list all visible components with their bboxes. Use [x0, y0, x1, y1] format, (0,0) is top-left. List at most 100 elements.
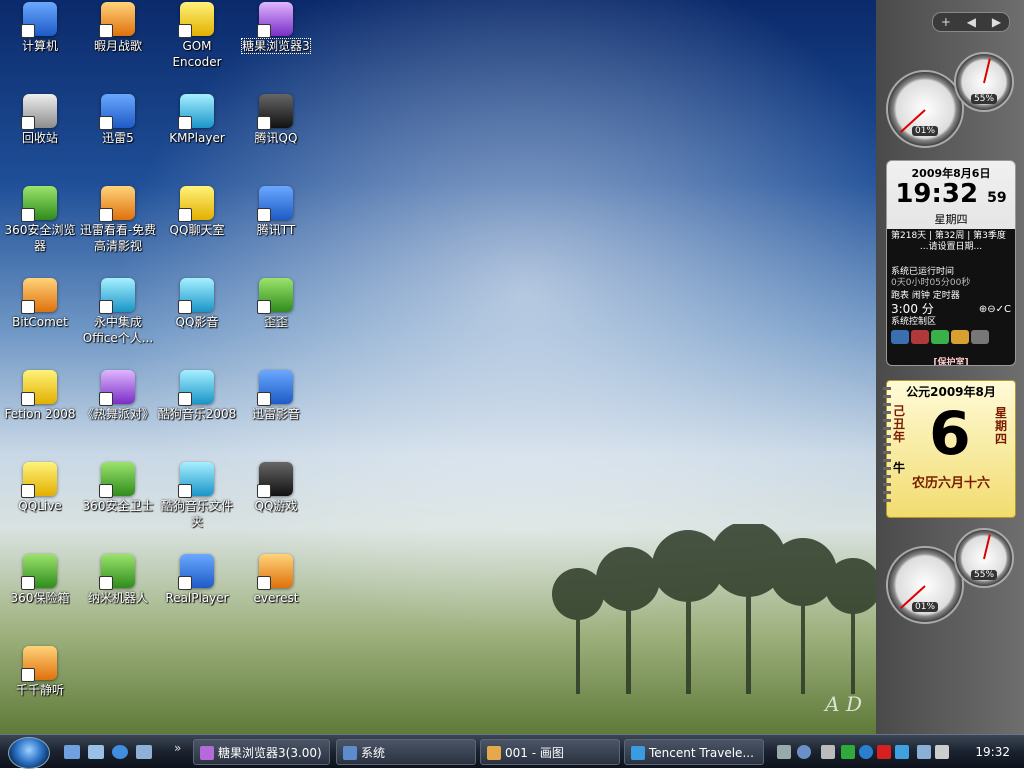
- help-icon[interactable]: [797, 745, 811, 759]
- desktop-icon[interactable]: 暇月战歌: [78, 2, 158, 54]
- clock-weekday: 星期四: [934, 213, 968, 226]
- app-icon: [21, 2, 57, 38]
- ati-icon[interactable]: [877, 745, 891, 759]
- desktop-icon[interactable]: 360保险箱: [0, 554, 80, 606]
- desktop-icon-label: 纳米机器人: [87, 591, 148, 605]
- previous-page-button[interactable]: ◀: [967, 15, 976, 29]
- lock-icon[interactable]: [951, 330, 969, 344]
- clock-gadget[interactable]: 2009年8月6日 19:32 59 星期四 第218天 | 第32周 | 第3…: [886, 160, 1016, 366]
- desktop-icon[interactable]: RealPlayer: [157, 554, 237, 606]
- volume-icon[interactable]: [935, 745, 949, 759]
- desktop-icon-label: 迅雷看看-免费高清影视: [79, 223, 157, 253]
- desktop-icon[interactable]: 糖果浏览器3: [236, 2, 316, 54]
- qq-tray-icon[interactable]: [859, 745, 873, 759]
- calendar-lunar-date: 农历六月十六: [911, 476, 990, 491]
- desktop-icon[interactable]: Fetion 2008: [0, 370, 80, 422]
- desktop-icon[interactable]: 腾讯QQ: [236, 94, 316, 146]
- app-icon: [99, 2, 135, 38]
- desktop-icon-label: QQ影音: [175, 315, 219, 329]
- memory-value: 55%: [970, 570, 998, 580]
- desktop-icon[interactable]: 腾讯TT: [236, 186, 316, 238]
- desktop-icon[interactable]: 360安全卫士: [78, 462, 158, 514]
- internet-explorer-icon[interactable]: [112, 745, 128, 759]
- memory-needle: [983, 534, 991, 560]
- desktop-icon-label: QQ游戏: [254, 499, 298, 513]
- desktop-icon[interactable]: 迅雷影音: [236, 370, 316, 422]
- system-control-label: 系统控制区: [891, 317, 937, 327]
- app-icon: [21, 554, 57, 590]
- desktop-icon-label: 360安全浏览器: [4, 223, 76, 253]
- desktop[interactable]: A D 计算机 暇月战歌 GOM Encoder 糖果浏览器3 回收站 迅雷5 KMPlay…: [0, 0, 876, 734]
- power-icon[interactable]: [891, 330, 909, 344]
- clock-tools[interactable]: 跑表 闹钟 定时器: [891, 291, 1011, 302]
- desktop-icon[interactable]: 《热舞派对》: [78, 370, 158, 422]
- desktop-icon[interactable]: 迅雷5: [78, 94, 158, 146]
- app-icon: [21, 186, 57, 222]
- desktop-icon[interactable]: 回收站: [0, 94, 80, 146]
- app-icon: [178, 2, 214, 38]
- desktop-icon[interactable]: 酷狗音乐2008: [157, 370, 237, 422]
- desktop-icon[interactable]: 歪歪: [236, 278, 316, 330]
- switch-windows-icon[interactable]: [88, 745, 104, 759]
- task-candy-browser[interactable]: 糖果浏览器3(3.00): [193, 739, 330, 765]
- desktop-icon[interactable]: everest: [236, 554, 316, 606]
- network-icon[interactable]: [917, 745, 931, 759]
- next-page-button[interactable]: ▶: [992, 15, 1001, 29]
- show-desktop-icon[interactable]: [64, 745, 80, 759]
- task-tencent-traveler[interactable]: Tencent Travele...: [624, 739, 764, 765]
- uptime-label: 系统已运行时间: [891, 267, 955, 277]
- taskbar: » 糖果浏览器3(3.00) 系统 001 - 画图 Tencent Trave…: [0, 734, 1024, 769]
- desktop-icon-label: QQLive: [18, 499, 62, 513]
- app-icon: [99, 278, 135, 314]
- desktop-icon[interactable]: 永中集成Office个人...: [78, 278, 158, 346]
- calendar-weekday: 星期四: [995, 406, 1008, 446]
- protect-button[interactable]: [保护室]: [887, 358, 1015, 365]
- restart-icon[interactable]: [911, 330, 929, 344]
- tray-app-icon[interactable]: [895, 745, 909, 759]
- quicklaunch-more-button[interactable]: »: [174, 741, 181, 755]
- desktop-icon[interactable]: QQ聊天室: [157, 186, 237, 238]
- taskbar-clock[interactable]: 19:32: [975, 745, 1010, 759]
- desktop-icon-label: 《热舞派对》: [81, 407, 154, 421]
- app-icon: [257, 186, 293, 222]
- tray-expand-icon[interactable]: [821, 745, 835, 759]
- desktop-icon[interactable]: 计算机: [0, 2, 80, 54]
- memory-value: 55%: [970, 94, 998, 104]
- timer-controls[interactable]: ⊕⊖✓C: [979, 304, 1011, 315]
- cpu-meter-gadget-top[interactable]: 01% 55%: [884, 50, 1014, 150]
- cpu-meter-gadget-bottom[interactable]: 01% 55%: [884, 526, 1014, 626]
- settings-icon[interactable]: [971, 330, 989, 344]
- sidebar-controls: + ◀ ▶: [932, 12, 1010, 32]
- add-gadget-button[interactable]: +: [941, 15, 951, 29]
- app-icon: [257, 94, 293, 130]
- security-shield-icon[interactable]: [841, 745, 855, 759]
- cpu-gauge: 01%: [886, 70, 964, 148]
- desktop-icon[interactable]: GOM Encoder: [157, 2, 237, 70]
- desktop-icon[interactable]: 迅雷看看-免费高清影视: [78, 186, 158, 254]
- desktop-icon-label: Fetion 2008: [4, 407, 76, 421]
- desktop-icon-label: 迅雷5: [102, 131, 134, 145]
- desktop-icon[interactable]: QQ影音: [157, 278, 237, 330]
- app-icon: [99, 370, 135, 406]
- desktop-icon[interactable]: 纳米机器人: [78, 554, 158, 606]
- sleep-icon[interactable]: [931, 330, 949, 344]
- desktop-icon[interactable]: KMPlayer: [157, 94, 237, 146]
- desktop-icon[interactable]: 360安全浏览器: [0, 186, 80, 254]
- desktop-icon[interactable]: 酷狗音乐文件夹: [157, 462, 237, 530]
- start-button[interactable]: [8, 737, 50, 769]
- desktop-icon[interactable]: QQ游戏: [236, 462, 316, 514]
- timer-row: 3:00 分 ⊕⊖✓C: [891, 303, 1011, 315]
- task-system[interactable]: 系统: [336, 739, 476, 765]
- desktop-icon[interactable]: QQLive: [0, 462, 80, 514]
- clock-stats: 第218天 | 第32周 | 第3季度: [891, 231, 1006, 241]
- cpu-value: 01%: [911, 126, 939, 136]
- app-icon: [178, 462, 214, 498]
- clock-hint: ...请设置日期...: [919, 242, 983, 252]
- keyboard-icon[interactable]: [777, 745, 791, 759]
- desktop-icon-label: 酷狗音乐文件夹: [160, 499, 233, 529]
- task-paint[interactable]: 001 - 画图: [480, 739, 620, 765]
- calendar-gadget[interactable]: 公元2009年8月 己丑年 6 星期四 牛 农历六月十六: [883, 380, 1016, 518]
- desktop-icon[interactable]: 千千静听: [0, 646, 80, 698]
- desktop-icon[interactable]: BitComet: [0, 278, 80, 330]
- computer-icon[interactable]: [136, 745, 152, 759]
